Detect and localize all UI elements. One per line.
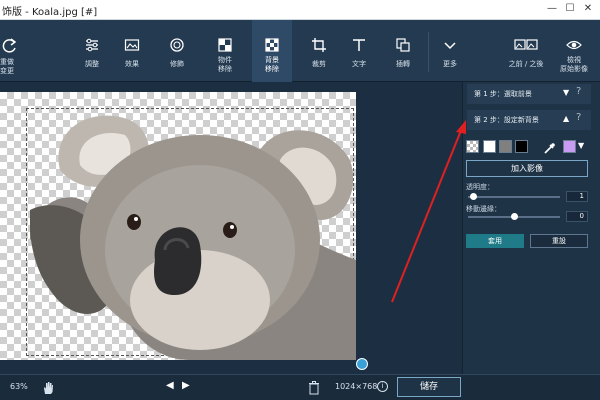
shift-edge-value[interactable]: 0	[566, 211, 588, 222]
side-panel: 第 1 步：選取前景 ▼ 第 2 步：設定新背景 ▲	[462, 82, 600, 374]
tool-more-label: 更多	[443, 60, 457, 68]
crop-icon	[311, 37, 327, 53]
save-button[interactable]: 儲存	[397, 377, 461, 397]
transparency-label: 透明度：	[466, 183, 494, 191]
retouch-icon	[169, 37, 185, 53]
swatch-black[interactable]	[515, 140, 528, 153]
title-bar: 饰版 - Koala.jpg [#] — ☐ ✕	[0, 0, 600, 20]
compare-label: 之前 / 之後	[508, 60, 544, 68]
minimize-icon[interactable]: —	[544, 2, 560, 16]
swatch-transparent[interactable]	[466, 140, 479, 153]
toolbar-divider	[428, 32, 429, 72]
text-icon	[351, 37, 367, 53]
preview-original-button[interactable]: 檢視 原始影像	[552, 20, 596, 82]
compare-button[interactable]: 之前 / 之後	[504, 20, 548, 82]
redo-icon	[2, 37, 18, 53]
preview-original-label: 檢視 原始影像	[560, 56, 588, 73]
help-icon[interactable]: ?	[576, 112, 581, 123]
compare-icon	[514, 37, 538, 53]
hand-icon[interactable]	[42, 380, 54, 394]
tool-retouch-label: 修飾	[170, 60, 184, 68]
tool-text[interactable]: 文字	[339, 20, 379, 82]
tool-object-removal[interactable]: 物件 移除	[205, 20, 245, 82]
rotate-handle[interactable]	[356, 358, 368, 370]
close-icon[interactable]: ✕	[580, 2, 596, 16]
tool-crop[interactable]: 裁剪	[299, 20, 339, 82]
tool-more[interactable]: 更多	[430, 20, 470, 82]
background-removal-icon	[264, 37, 280, 53]
canvas-area[interactable]	[0, 82, 462, 374]
tool-effects[interactable]: 效果	[112, 20, 152, 82]
layers-icon	[395, 37, 411, 53]
next-image-button[interactable]: ▶	[182, 380, 190, 391]
eyedropper-icon[interactable]	[543, 140, 556, 154]
transparency-value[interactable]: 1	[566, 191, 588, 202]
object-removal-icon	[217, 37, 233, 53]
tool-background-removal[interactable]: 背景 移除	[252, 20, 292, 82]
help-icon[interactable]: ?	[576, 86, 581, 97]
tool-layers-label: 插轉	[396, 60, 410, 68]
status-bar: 63% ◀ ▶ 1024×768 i 儲存	[0, 374, 600, 400]
tool-effects-label: 效果	[125, 60, 139, 68]
window-title: 饰版 - Koala.jpg [#]	[2, 7, 98, 18]
chevron-down-icon: ▼	[563, 88, 570, 97]
swatch-gray[interactable]	[499, 140, 512, 153]
swatch-white[interactable]	[483, 140, 496, 153]
step-1-header[interactable]: 第 1 步：選取前景 ▼	[467, 84, 591, 104]
redo-label: 重做 变更	[0, 58, 14, 75]
koala-image	[30, 115, 356, 360]
sliders-icon	[84, 37, 100, 53]
tool-retouch[interactable]: 修飾	[157, 20, 197, 82]
tool-adjust[interactable]: 調整	[72, 20, 112, 82]
image-dimensions: 1024×768	[335, 382, 378, 391]
step-1-label: 第 1 步：選取前景	[474, 90, 532, 98]
color-dropdown-icon[interactable]: ▼	[578, 141, 584, 150]
tool-crop-label: 裁剪	[312, 60, 326, 68]
add-image-button[interactable]: 加入影像	[466, 160, 588, 177]
transparency-slider[interactable]	[468, 196, 560, 198]
reset-button[interactable]: 重設	[530, 234, 588, 248]
swatch-custom-color[interactable]	[563, 140, 576, 153]
tool-adjust-label: 調整	[85, 60, 99, 68]
toolbar: 重做 变更 調整 效果 修飾 物件 移除 背景 移除 裁剪 文字 插轉 更多 之…	[0, 20, 600, 82]
shift-edge-slider-handle[interactable]	[511, 213, 518, 220]
apply-button[interactable]: 套用	[466, 234, 524, 248]
shift-edge-label: 移動邊緣：	[466, 205, 501, 213]
eye-icon	[566, 37, 582, 53]
tool-layers[interactable]: 插轉	[383, 20, 423, 82]
step-2-header[interactable]: 第 2 步：設定新背景 ▲	[467, 110, 591, 130]
trash-icon[interactable]	[309, 380, 319, 395]
tool-background-removal-label: 背景 移除	[265, 56, 279, 73]
zoom-level[interactable]: 63%	[10, 382, 28, 391]
tool-object-removal-label: 物件 移除	[218, 56, 232, 73]
chevron-down-icon	[442, 37, 458, 53]
tool-text-label: 文字	[352, 60, 366, 68]
transparency-slider-handle[interactable]	[469, 193, 477, 200]
step-2-label: 第 2 步：設定新背景	[474, 116, 539, 124]
effects-icon	[124, 37, 140, 53]
info-icon[interactable]: i	[377, 381, 388, 392]
chevron-up-icon: ▲	[563, 114, 570, 123]
redo-button[interactable]: 重做 变更	[0, 20, 40, 82]
previous-image-button[interactable]: ◀	[166, 380, 174, 391]
maximize-icon[interactable]: ☐	[562, 2, 578, 16]
